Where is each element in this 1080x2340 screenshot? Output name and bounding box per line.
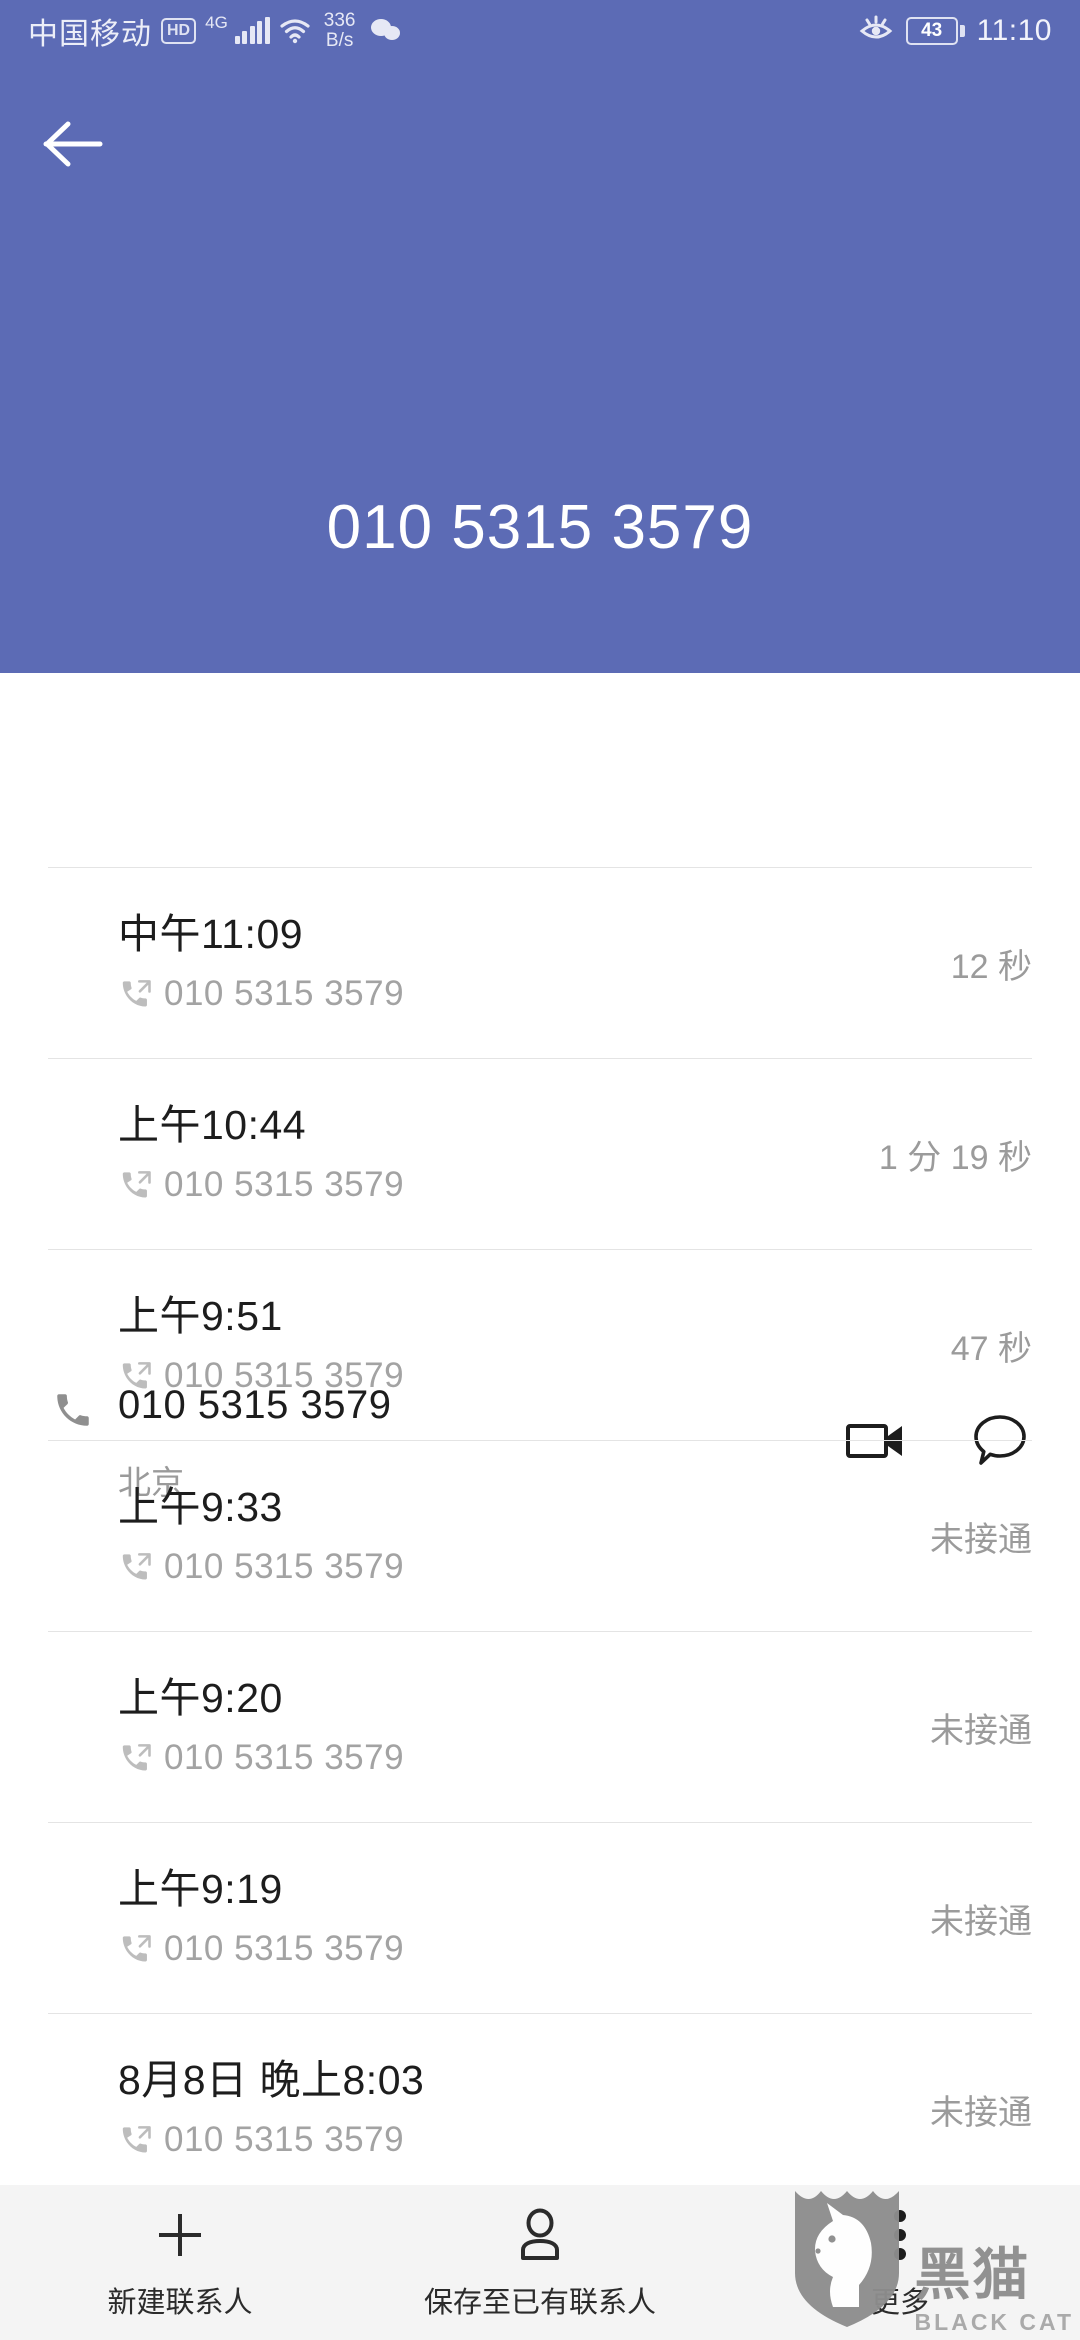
call-log-subline: 010 5315 3579: [118, 1165, 879, 1205]
watermark-text: 黑猫 BLACK CAT: [915, 2247, 1074, 2336]
call-log-entry[interactable]: 中午11:09 010 5315 3579 12 秒: [0, 868, 1080, 1058]
call-log-subline: 010 5315 3579: [118, 1738, 930, 1778]
call-log-entry-info: 上午9:33 010 5315 3579: [118, 1484, 930, 1587]
battery-icon: 43: [905, 17, 965, 45]
watermark-cn-label: 黑猫: [914, 2243, 1031, 2306]
call-log-number: 010 5315 3579: [164, 973, 405, 1013]
call-log-list[interactable]: 中午11:09 010 5315 3579 12 秒上午10:44 010 5315 …: [0, 868, 1080, 2184]
call-log-duration: 未接通: [930, 1902, 1032, 1941]
outgoing-call-icon: [122, 980, 151, 1007]
outgoing-call-icon: [122, 1553, 151, 1580]
call-log-duration: 未接通: [930, 2093, 1032, 2132]
data-speed-value: 336: [323, 10, 356, 31]
call-log-entry[interactable]: 上午9:33 010 5315 3579 未接通: [0, 1441, 1080, 1631]
call-log-number: 010 5315 3579: [164, 1737, 405, 1777]
outgoing-call-icon: [122, 1935, 151, 1962]
data-speed-indicator: 336 B/s: [324, 11, 356, 51]
outgoing-call-icon: [122, 1171, 151, 1198]
save-to-existing-contact-label: 保存至已有联系人: [423, 2287, 656, 2319]
outgoing-call-icon: [122, 2126, 151, 2153]
call-log-entry-info: 8月8日 晚上8:03 010 5315 3579: [118, 2057, 930, 2160]
black-cat-watermark: 黑猫 BLACK CAT: [787, 2181, 1074, 2336]
call-log-subline: 010 5315 3579: [118, 974, 951, 1014]
call-log-entry-info: 上午9:19 010 5315 3579: [118, 1866, 930, 1969]
back-button[interactable]: [42, 108, 132, 180]
contact-summary-row[interactable]: 010 5315 3579 北京: [0, 673, 1080, 1501]
call-log-entry[interactable]: 上午9:20 010 5315 3579 未接通: [0, 1632, 1080, 1822]
person-icon: [514, 2207, 566, 2263]
back-arrow-icon: [43, 121, 103, 167]
outgoing-call-icon: [122, 1362, 151, 1389]
outgoing-call-icon: [122, 1744, 151, 1771]
wechat-icon: [370, 17, 405, 45]
call-log-time: 上午9:51: [118, 1293, 283, 1340]
call-log-time: 中午11:09: [118, 911, 304, 958]
call-log-number: 010 5315 3579: [164, 1355, 405, 1395]
status-bar-left: 中国移动 HD 4G 336 B/s: [28, 9, 405, 53]
call-log-duration: 1 分 19 秒: [878, 1138, 1032, 1177]
call-log-duration: 12 秒: [950, 947, 1032, 986]
save-to-existing-contact-button[interactable]: 保存至已有联系人: [360, 2185, 720, 2340]
call-log-duration: 47 秒: [950, 1329, 1032, 1368]
call-log-number: 010 5315 3579: [164, 1546, 405, 1586]
status-bar-right: 43 11:10: [858, 14, 1052, 49]
call-log-time: 上午10:44: [118, 1102, 307, 1149]
network-type-label: 4G: [205, 13, 228, 32]
wifi-icon: [279, 18, 311, 44]
watermark-en-label: BLACK CAT: [914, 2309, 1074, 2335]
call-log-number: 010 5315 3579: [164, 1928, 405, 1968]
clock-label: 11:10: [976, 14, 1052, 47]
call-log-entry-info: 上午9:51 010 5315 3579: [118, 1293, 951, 1396]
call-log-entry[interactable]: 上午9:19 010 5315 3579 未接通: [0, 1823, 1080, 2013]
call-log-time: 8月8日 晚上8:03: [118, 2057, 425, 2104]
call-log-time: 上午9:33: [118, 1484, 283, 1531]
call-log-subline: 010 5315 3579: [118, 2120, 930, 2160]
carrier-label: 中国移动: [28, 18, 152, 51]
black-cat-shield-logo: [787, 2181, 907, 2336]
call-log-duration: 未接通: [930, 1520, 1032, 1559]
eye-comfort-icon: [858, 14, 894, 49]
page-title-phone-number: 010 5315 3579: [326, 493, 754, 562]
signal-bars-icon: [234, 17, 270, 44]
plus-icon: [153, 2207, 207, 2263]
call-log-entry-info: 上午9:20 010 5315 3579: [118, 1675, 930, 1778]
call-detail-header: 010 5315 3579: [0, 0, 1080, 673]
data-speed-unit: B/s: [325, 30, 354, 51]
new-contact-label: 新建联系人: [107, 2287, 253, 2319]
call-log-subline: 010 5315 3579: [118, 1356, 951, 1396]
call-log-entry-info: 中午11:09 010 5315 3579: [118, 911, 951, 1014]
call-log-number: 010 5315 3579: [164, 2119, 405, 2159]
call-log-number: 010 5315 3579: [164, 1164, 405, 1204]
call-log-subline: 010 5315 3579: [118, 1929, 930, 1969]
call-log-entry[interactable]: 8月8日 晚上8:03 010 5315 3579 未接通: [0, 2014, 1080, 2184]
call-log-subline: 010 5315 3579: [118, 1547, 930, 1587]
call-log-entry[interactable]: 上午10:44 010 5315 3579 1 分 19 秒: [0, 1059, 1080, 1249]
call-log-duration: 未接通: [930, 1711, 1032, 1750]
call-log-time: 上午9:20: [118, 1675, 283, 1722]
battery-percent-label: 43: [905, 17, 958, 45]
status-bar: 中国移动 HD 4G 336 B/s 43 11:10: [0, 0, 1080, 62]
new-contact-button[interactable]: 新建联系人: [0, 2185, 360, 2340]
call-log-entry-info: 上午10:44 010 5315 3579: [118, 1102, 879, 1205]
call-log-time: 上午9:19: [118, 1866, 283, 1913]
hd-badge-icon: HD: [161, 18, 197, 44]
call-log-entry[interactable]: 上午9:51 010 5315 3579 47 秒: [0, 1250, 1080, 1440]
